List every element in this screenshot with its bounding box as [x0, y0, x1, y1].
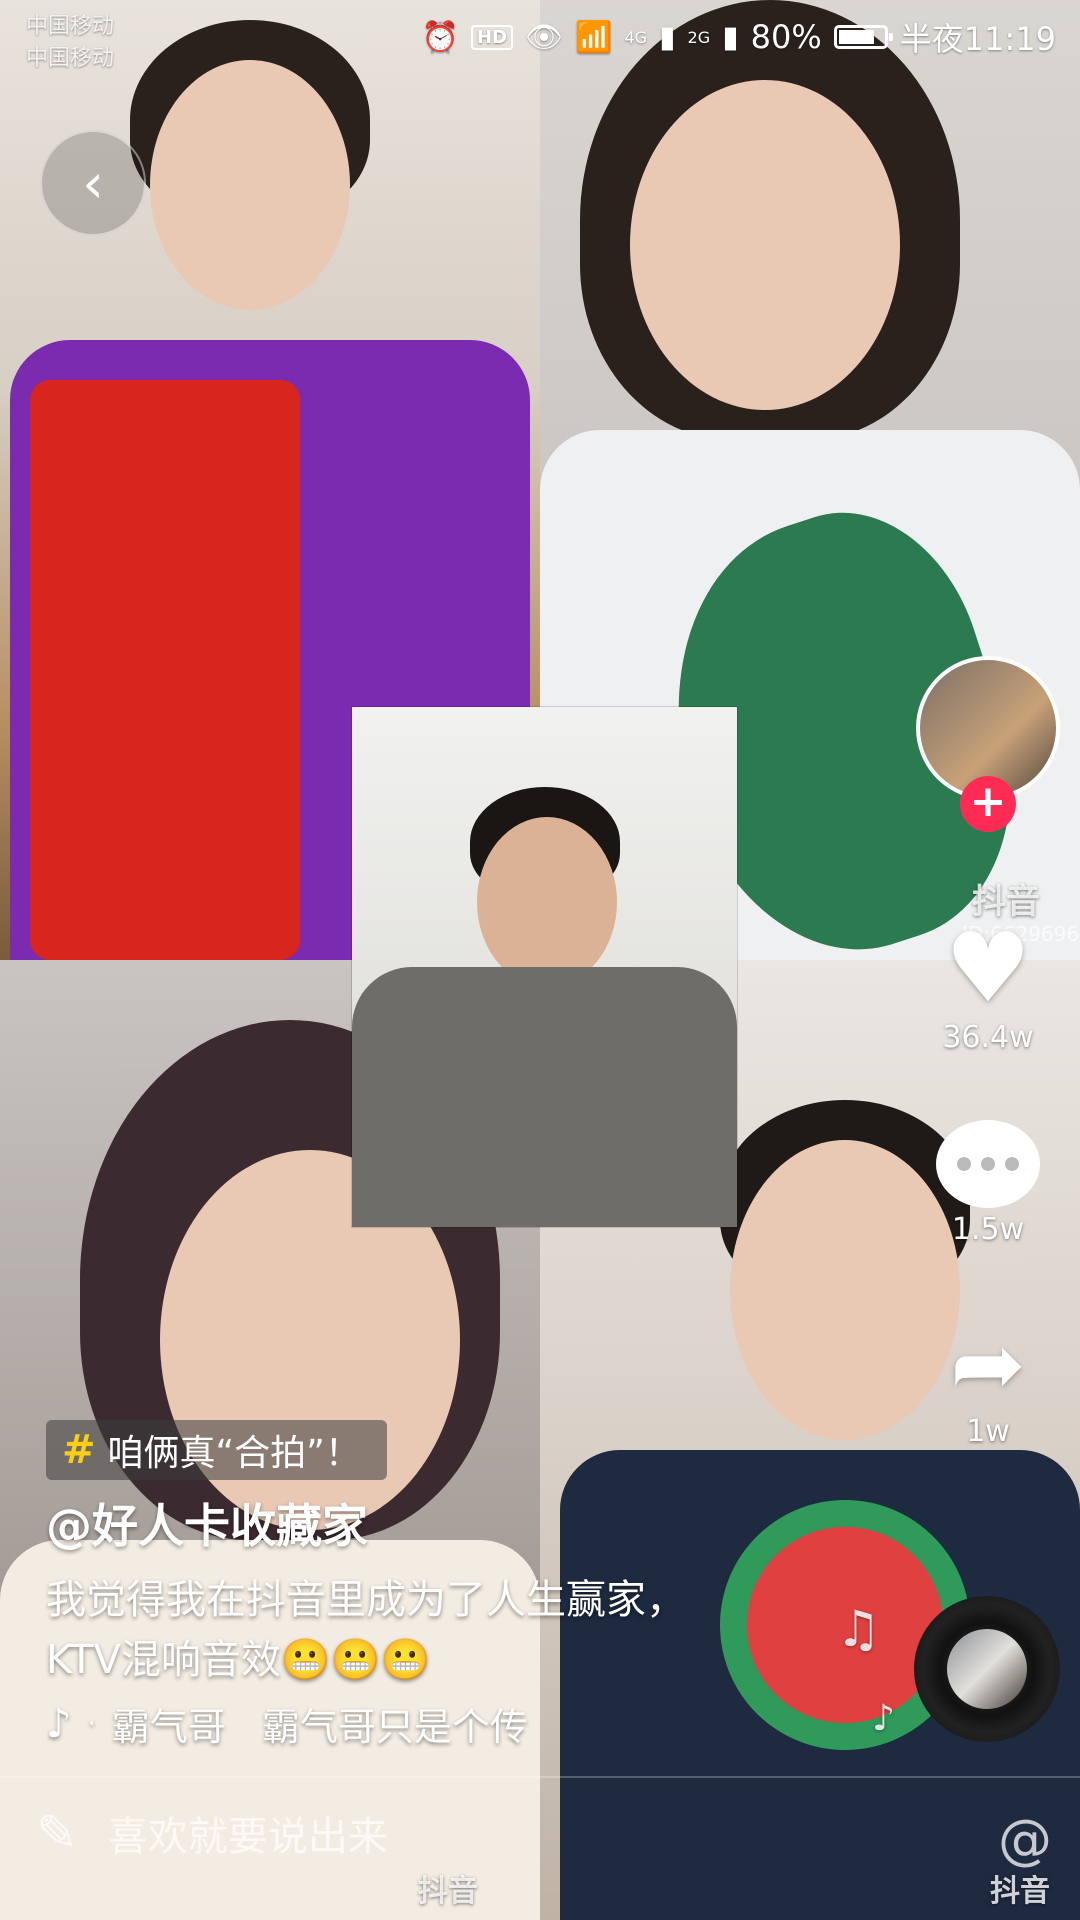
comment-input-bar[interactable]: ✎ 喜欢就要说出来 [36, 1804, 388, 1862]
follow-plus-icon: + [969, 776, 1007, 827]
douyin-watermark-bottom: 抖音 [418, 1874, 478, 1909]
caption: 我觉得我在抖音里成为了人生赢家， KTV混响音效😬😬😬 [46, 1570, 806, 1690]
figure-face [477, 817, 617, 987]
music-separator: · [87, 1708, 96, 1739]
hashtag-icon: # [62, 1427, 96, 1473]
comment-placeholder: 喜欢就要说出来 [107, 1814, 388, 1860]
network-2g: 2G [687, 27, 711, 47]
douyin-watermark-bottom-right: 抖音 [990, 1874, 1050, 1909]
music-disc[interactable] [914, 1596, 1060, 1742]
back-button[interactable]: ‹ [40, 130, 146, 236]
clock: 半夜11:19 [899, 20, 1056, 58]
status-bar: 中国移动 中国移动 ⏰ HD 👁 📶 4G ▮ 2G ▮ 80% 半夜11:19 [0, 0, 1080, 80]
music-title: 霸气哥只是个传 [261, 1705, 528, 1749]
figure-face [630, 80, 900, 410]
share-icon: ➦ [950, 1312, 1026, 1417]
caption-line-1: 我觉得我在抖音里成为了人生赢家， [46, 1577, 686, 1623]
comment-count: 1.5w [951, 1212, 1025, 1247]
back-icon: ‹ [82, 151, 104, 215]
share-count: 1w [966, 1414, 1010, 1449]
red-cloth [30, 380, 300, 960]
comment-action[interactable]: 1.5w [928, 1120, 1048, 1247]
alarm-icon: ⏰ [421, 19, 459, 55]
at-icon[interactable]: @ [998, 1808, 1052, 1871]
network-4g: 4G [624, 27, 648, 47]
music-artist: 霸气哥 [111, 1705, 226, 1749]
carrier-1: 中国移动 [26, 14, 115, 39]
music-cover [947, 1629, 1027, 1709]
comment-icon [936, 1120, 1040, 1208]
author-name[interactable]: @好人卡收藏家 [46, 1490, 368, 1556]
battery-icon [833, 25, 893, 49]
music-note-icon: ♪ [46, 1700, 72, 1747]
hashtag-text: 咱俩真“合拍”！ [107, 1433, 361, 1474]
edit-icon: ✎ [36, 1804, 78, 1862]
follow-button[interactable]: + [960, 776, 1016, 832]
heart-icon: ♥ [944, 912, 1032, 1024]
carrier-2: 中国移动 [26, 46, 115, 71]
hashtag-chip[interactable]: # 咱俩真“合拍”！ [46, 1420, 387, 1480]
share-action[interactable]: ➦ 1w [928, 1312, 1048, 1450]
video-tile-center [352, 707, 737, 1227]
figure-face [150, 60, 350, 310]
floating-note-icon: ♫ [836, 1600, 881, 1658]
eye-icon: 👁 [525, 19, 564, 55]
floating-note-icon: ♪ [872, 1698, 895, 1739]
caption-line-2: KTV混响音效😬😬😬 [46, 1637, 431, 1683]
figure-body [352, 967, 737, 1227]
figure-face [730, 1140, 960, 1440]
signal-icon: ▮ [722, 19, 739, 55]
divider [0, 1776, 1080, 1778]
hd-icon: HD [470, 24, 513, 50]
battery-level [838, 30, 874, 44]
status-icons: ⏰ HD 👁 📶 4G ▮ 2G ▮ 80% 半夜11:19 [422, 14, 1056, 60]
like-count: 36.4w [942, 1020, 1034, 1055]
like-action[interactable]: ♥ 36.4w [928, 920, 1048, 1055]
music-info[interactable]: ♪ · 霸气哥 霸气哥只是个传 [46, 1696, 528, 1751]
signal-icon: ▮ [659, 19, 676, 55]
battery-percent: 80% [750, 18, 822, 56]
wifi-icon: 📶 [575, 19, 613, 55]
